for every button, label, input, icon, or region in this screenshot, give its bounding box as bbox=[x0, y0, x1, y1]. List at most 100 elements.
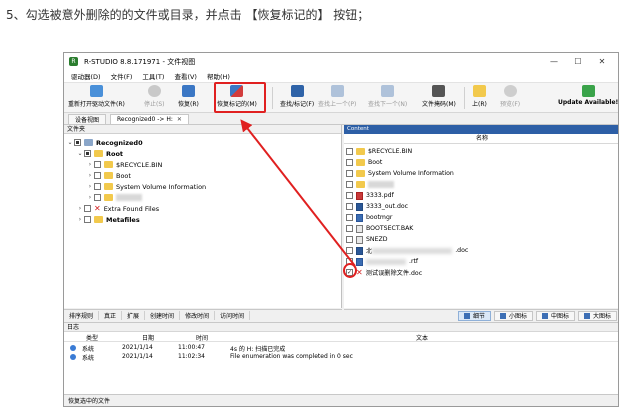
chevron-right-icon[interactable]: › bbox=[86, 194, 94, 201]
folder-icon bbox=[356, 159, 365, 166]
tree-item-recycle[interactable]: › $RECYCLE.BIN bbox=[86, 159, 163, 170]
file-mask-button[interactable]: 文件掩码(M) bbox=[422, 85, 456, 111]
tree-item-blurred[interactable]: › bbox=[86, 192, 142, 203]
folder-icon bbox=[356, 170, 365, 177]
list-item[interactable]: System Volume Information bbox=[346, 168, 454, 179]
info-icon bbox=[70, 345, 76, 351]
view-tabs-bar: 设备视图 Recognized0 -> H: ✕ bbox=[64, 114, 618, 125]
sort-tab-accessed[interactable]: 访问时间 bbox=[215, 311, 251, 320]
sort-tab-modified[interactable]: 修改时间 bbox=[180, 311, 216, 320]
view-small-icon-button[interactable]: 小图标 bbox=[493, 310, 533, 321]
list-item-deleted[interactable]: ✓ ✕ 测试误删除文件.doc bbox=[346, 267, 422, 278]
expand-icon[interactable]: ⌄ bbox=[66, 139, 74, 146]
list-item[interactable]: bootmgr bbox=[346, 212, 392, 223]
list-item[interactable]: BOOTSECT.BAK bbox=[346, 223, 413, 234]
folder-pane-header: 文件夹 bbox=[64, 125, 341, 134]
tree-checkbox[interactable] bbox=[74, 139, 81, 146]
file-checkbox[interactable] bbox=[346, 247, 353, 254]
log-col-date[interactable]: 日期 bbox=[142, 333, 154, 342]
list-item[interactable]: .rtf bbox=[346, 256, 418, 267]
list-item[interactable]: 北 .doc bbox=[346, 245, 468, 256]
folder-icon bbox=[104, 194, 113, 201]
file-checkbox[interactable] bbox=[346, 203, 353, 210]
list-item[interactable]: 3333_out.doc bbox=[346, 201, 408, 212]
menu-tools[interactable]: 工具(T) bbox=[142, 71, 164, 81]
file-checkbox[interactable] bbox=[346, 159, 353, 166]
list-item[interactable]: 3333.pdf bbox=[346, 190, 394, 201]
tree-item-root[interactable]: ⌄ Root bbox=[76, 148, 123, 159]
log-col-type[interactable]: 类型 bbox=[86, 333, 98, 342]
chevron-right-icon[interactable]: › bbox=[76, 216, 84, 223]
tree-item-boot[interactable]: › Boot bbox=[86, 170, 131, 181]
log-col-text[interactable]: 文本 bbox=[416, 333, 428, 342]
chevron-right-icon[interactable]: › bbox=[86, 172, 94, 179]
file-checkbox[interactable] bbox=[346, 214, 353, 221]
blurred-name bbox=[366, 258, 406, 265]
update-button[interactable]: Update Available! bbox=[558, 85, 618, 111]
log-row[interactable]: 系统 2021/1/14 11:00:47 4s 的 H: 扫描已完成 bbox=[64, 344, 618, 353]
preview-button[interactable]: 预览(F) bbox=[500, 85, 520, 111]
up-button[interactable]: 上(R) bbox=[472, 85, 487, 111]
tree-item-extra[interactable]: › ✕ Extra Found Files bbox=[76, 203, 159, 214]
tree-item-svi[interactable]: › System Volume Information bbox=[86, 181, 206, 192]
close-tab-icon[interactable]: ✕ bbox=[177, 116, 182, 123]
list-item[interactable]: $RECYCLE.BIN bbox=[346, 146, 412, 157]
blurred-name bbox=[372, 247, 453, 254]
stop-button[interactable]: 停止(S) bbox=[144, 85, 165, 111]
rescan-button[interactable]: 重新打开驱动文件(R) bbox=[68, 85, 125, 111]
chevron-right-icon[interactable]: › bbox=[86, 161, 94, 168]
chevron-right-icon[interactable]: › bbox=[76, 205, 84, 212]
find-next-button[interactable]: 查找下一个(N) bbox=[368, 85, 407, 111]
doc-file-icon bbox=[356, 246, 363, 255]
folder-icon bbox=[356, 181, 365, 188]
tree-checkbox[interactable] bbox=[94, 161, 101, 168]
find-mark-button[interactable]: 查找/标记(F) bbox=[280, 85, 314, 111]
view-detail-button[interactable]: 细节 bbox=[457, 310, 491, 321]
menu-drive[interactable]: 驱动器(D) bbox=[71, 71, 101, 81]
tree-checkbox[interactable] bbox=[94, 194, 101, 201]
sort-tab-created[interactable]: 创建时间 bbox=[145, 311, 181, 320]
tree-item-recognized[interactable]: ⌄ Recognized0 bbox=[66, 137, 142, 148]
file-checkbox[interactable] bbox=[346, 170, 353, 177]
tab-device-view[interactable]: 设备视图 bbox=[68, 114, 107, 124]
close-button[interactable]: ✕ bbox=[590, 57, 614, 66]
file-checkbox[interactable] bbox=[346, 148, 353, 155]
stop-icon bbox=[147, 85, 161, 97]
log-header-row: 类型 日期 时间 文本 bbox=[64, 333, 618, 342]
log-col-time[interactable]: 时间 bbox=[196, 333, 208, 342]
large-icon-view-icon bbox=[583, 312, 590, 319]
list-item[interactable]: Boot bbox=[346, 157, 382, 168]
file-checkbox[interactable] bbox=[346, 236, 353, 243]
medium-icon-view-icon bbox=[541, 312, 548, 319]
tree-checkbox[interactable] bbox=[84, 150, 91, 157]
name-column-header[interactable]: 名称 bbox=[344, 134, 618, 144]
tab-recognized[interactable]: Recognized0 -> H: ✕ bbox=[110, 114, 189, 124]
tree-checkbox[interactable] bbox=[84, 205, 91, 212]
tree-checkbox[interactable] bbox=[84, 216, 91, 223]
tree-item-metafiles[interactable]: › Metafiles bbox=[76, 214, 140, 225]
folder-icon bbox=[356, 148, 365, 155]
maximize-button[interactable]: ☐ bbox=[566, 57, 590, 66]
sort-tab-ext[interactable]: 扩展 bbox=[122, 311, 146, 320]
list-item[interactable]: SNEZD bbox=[346, 234, 387, 245]
tree-checkbox[interactable] bbox=[94, 172, 101, 179]
recover-button[interactable]: 恢复(R) bbox=[178, 85, 199, 111]
file-checkbox[interactable] bbox=[346, 192, 353, 199]
tree-checkbox[interactable] bbox=[94, 183, 101, 190]
menu-bar: 驱动器(D) 文件(F) 工具(T) 查看(V) 帮助(H) bbox=[64, 70, 618, 83]
file-icon bbox=[356, 235, 363, 244]
view-large-icon-button[interactable]: 大图标 bbox=[577, 310, 617, 321]
log-row[interactable]: 系统 2021/1/14 11:02:34 File enumeration w… bbox=[64, 353, 618, 362]
file-checkbox[interactable] bbox=[346, 225, 353, 232]
minimize-button[interactable]: — bbox=[542, 57, 566, 66]
menu-file[interactable]: 文件(F) bbox=[111, 71, 133, 81]
expand-icon[interactable]: ⌄ bbox=[76, 150, 84, 157]
sort-tab-real[interactable]: 真正 bbox=[99, 311, 123, 320]
menu-help[interactable]: 帮助(H) bbox=[207, 71, 230, 81]
menu-view[interactable]: 查看(V) bbox=[174, 71, 197, 81]
find-prev-button[interactable]: 查找上一个(P) bbox=[318, 85, 356, 111]
list-item[interactable] bbox=[346, 179, 394, 190]
view-medium-icon-button[interactable]: 中图标 bbox=[535, 310, 575, 321]
file-checkbox[interactable] bbox=[346, 181, 353, 188]
chevron-right-icon[interactable]: › bbox=[86, 183, 94, 190]
